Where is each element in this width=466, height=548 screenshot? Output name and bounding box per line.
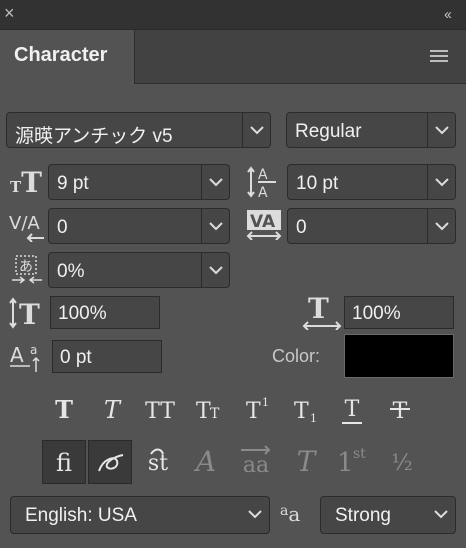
svg-text:VA: VA — [250, 212, 276, 232]
antialias-value: Strong — [335, 505, 391, 526]
antialias-select[interactable]: Strong — [320, 496, 456, 534]
chevron-down-icon[interactable] — [241, 497, 269, 531]
svg-text:V/A: V/A — [9, 213, 40, 234]
color-label: Color: — [272, 346, 321, 366]
font-size-icon: TT — [10, 166, 43, 199]
tsume-value: 0% — [57, 261, 85, 282]
svg-text:T: T — [294, 399, 309, 424]
font-size-value: 9 pt — [57, 173, 89, 194]
tab-character-label: Character — [14, 44, 108, 66]
faux-bold-button[interactable]: T — [44, 392, 84, 428]
chevron-down-icon[interactable] — [201, 253, 229, 287]
svg-text:1: 1 — [262, 396, 269, 409]
vertical-scale-value: 100% — [58, 303, 107, 324]
all-caps-button[interactable]: TT — [140, 392, 180, 428]
superscript-button[interactable]: T1 — [236, 392, 276, 428]
svg-text:T: T — [393, 399, 408, 424]
svg-text:a: a — [30, 343, 37, 357]
chevron-down-icon[interactable] — [201, 209, 229, 243]
svg-text:T: T — [104, 396, 122, 424]
svg-text:T: T — [19, 298, 40, 330]
horizontal-scale-value: 100% — [352, 303, 401, 324]
titling-alternates-button[interactable]: T — [284, 440, 328, 484]
font-family-select[interactable]: 源暎アンチック v5 — [6, 112, 271, 148]
leading-value: 10 pt — [296, 173, 339, 194]
faux-italic-button[interactable]: T — [92, 392, 132, 428]
antialias-icon-text: a — [288, 502, 301, 526]
tracking-select[interactable]: 0 — [287, 208, 456, 244]
fractions-button[interactable]: ½ — [380, 440, 424, 484]
svg-text:aa: aa — [243, 453, 269, 478]
font-size-select[interactable]: 9 pt — [48, 164, 230, 200]
swash-button[interactable]: A — [184, 440, 228, 484]
svg-text:T: T — [210, 406, 220, 422]
horizontal-scale-icon: T — [302, 292, 342, 331]
svg-text:1: 1 — [337, 448, 354, 478]
tab-character[interactable]: Character — [0, 30, 135, 84]
vertical-scale-field[interactable]: 100% — [50, 296, 160, 329]
chevron-down-icon[interactable] — [427, 113, 455, 147]
svg-text:T: T — [345, 397, 360, 422]
color-swatch[interactable] — [344, 334, 454, 378]
baseline-shift-value: 0 pt — [60, 347, 92, 368]
chevron-down-icon[interactable] — [427, 165, 455, 199]
svg-text:½: ½ — [391, 451, 412, 476]
panel-menu-icon[interactable] — [430, 50, 448, 65]
chevron-down-icon[interactable] — [427, 497, 455, 531]
svg-text:st: st — [148, 451, 168, 476]
svg-text:あ: あ — [19, 259, 33, 275]
baseline-shift-field[interactable]: 0 pt — [52, 340, 162, 373]
svg-text:A: A — [258, 185, 268, 200]
svg-text:T: T — [55, 395, 73, 424]
vertical-scale-icon: T — [8, 296, 48, 331]
font-style-value: Regular — [295, 121, 362, 142]
subscript-button[interactable]: T1 — [284, 392, 324, 428]
character-panel: × ‹‹ Character 源暎アンチック v5 Regular TT 9 p… — [0, 0, 466, 548]
svg-text:A: A — [258, 167, 268, 183]
svg-text:T: T — [246, 399, 261, 424]
tracking-value: 0 — [296, 217, 307, 238]
svg-text:fi: fi — [56, 449, 72, 477]
language-select[interactable]: English: USA — [10, 496, 270, 534]
font-family-value: 源暎アンチック v5 — [15, 126, 173, 147]
language-value: English: USA — [25, 505, 137, 526]
svg-text:T: T — [308, 294, 329, 325]
ligatures-button[interactable]: fi — [42, 440, 86, 484]
svg-text:A: A — [193, 445, 216, 478]
chevron-down-icon[interactable] — [427, 209, 455, 243]
tsume-icon: あ — [10, 252, 44, 286]
svg-text:TT: TT — [145, 399, 175, 424]
close-icon[interactable]: × — [4, 4, 15, 22]
svg-text:A: A — [10, 343, 24, 367]
double-chevron-icon[interactable]: ‹‹ — [444, 6, 452, 23]
ordinals-button[interactable]: 1st — [332, 440, 376, 484]
horizontal-scale-field[interactable]: 100% — [344, 296, 454, 329]
font-style-select[interactable]: Regular — [286, 112, 456, 148]
panel-titlebar: × ‹‹ — [0, 0, 466, 30]
kerning-value: 0 — [57, 217, 68, 238]
chevron-down-icon[interactable] — [242, 113, 270, 147]
leading-icon: A A — [246, 164, 280, 201]
tab-strip: Character — [0, 30, 466, 84]
leading-select[interactable]: 10 pt — [287, 164, 456, 200]
svg-text:st: st — [353, 446, 366, 462]
svg-text:1: 1 — [310, 412, 317, 425]
stylistic-alternates-button[interactable]: aa — [234, 440, 278, 484]
tsume-select[interactable]: 0% — [48, 252, 230, 288]
strikethrough-button[interactable]: T — [380, 392, 420, 428]
chevron-down-icon[interactable] — [201, 165, 229, 199]
antialias-icon: aa — [280, 502, 300, 526]
kerning-icon: V/A — [8, 208, 48, 243]
svg-text:T: T — [196, 399, 211, 424]
kerning-select[interactable]: 0 — [48, 208, 230, 244]
tracking-icon: VA — [246, 208, 282, 241]
discretionary-ligatures-button[interactable]: st — [136, 440, 180, 484]
svg-text:T: T — [297, 445, 318, 478]
baseline-shift-icon: A a — [8, 340, 48, 376]
small-caps-button[interactable]: TT — [188, 392, 228, 428]
underline-button[interactable]: T — [332, 392, 372, 428]
contextual-alternates-button[interactable] — [88, 440, 132, 484]
